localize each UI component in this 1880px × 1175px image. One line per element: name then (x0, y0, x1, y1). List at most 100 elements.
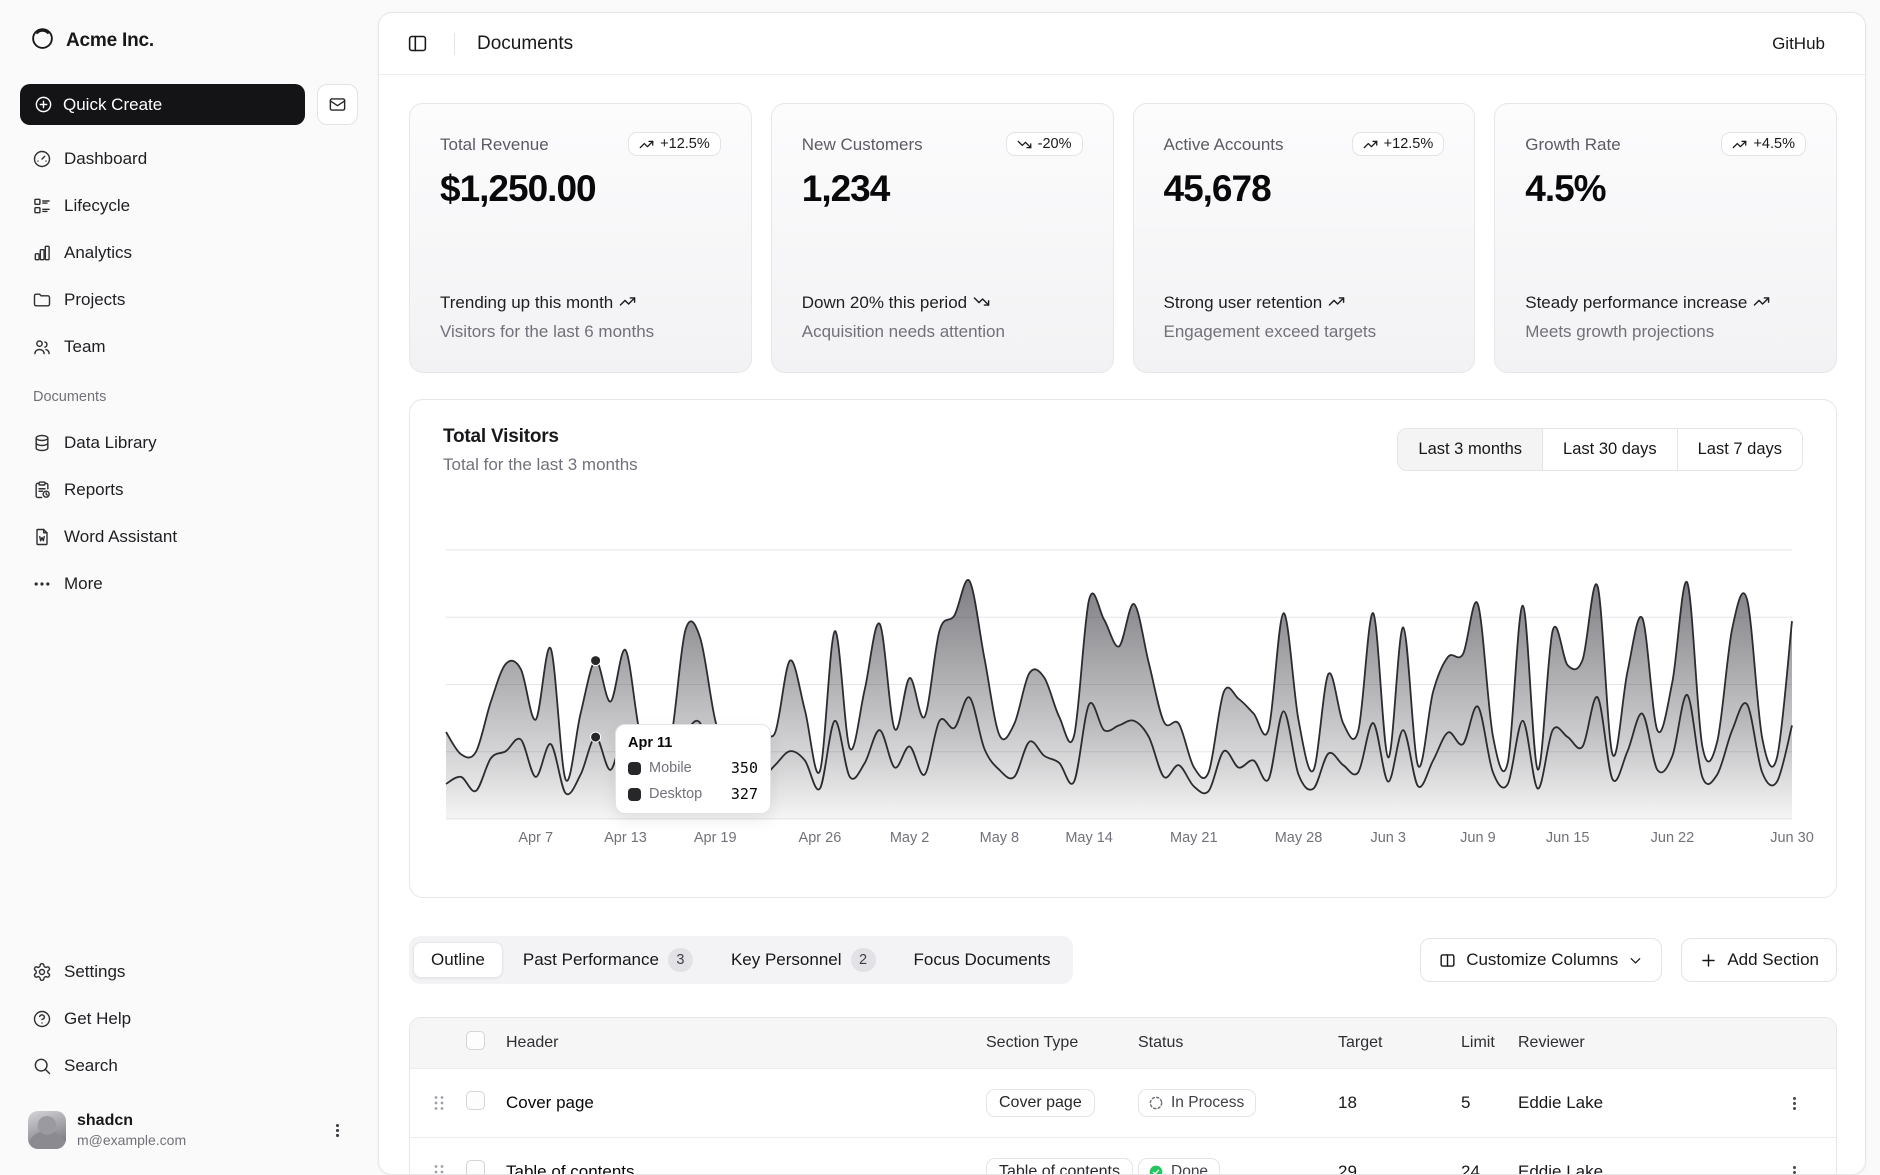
stat-footer-title: Trending up this month (440, 292, 721, 314)
add-section-button[interactable]: Add Section (1681, 938, 1837, 982)
quick-create-button[interactable]: Quick Create (20, 84, 305, 125)
trending-up-icon (1363, 137, 1378, 152)
range-last-30-days[interactable]: Last 30 days (1542, 429, 1677, 470)
brand-name: Acme Inc. (66, 30, 154, 52)
reviewer-cell[interactable]: Eddie Lake (1518, 1162, 1768, 1175)
limit-cell[interactable]: 5 (1461, 1093, 1518, 1113)
sidebar-item-label: Get Help (64, 1009, 131, 1029)
plus-circle-icon (34, 95, 53, 114)
page-title: Documents (477, 33, 573, 55)
drag-handle-icon[interactable] (430, 1161, 466, 1175)
svg-text:May 21: May 21 (1170, 830, 1218, 846)
select-all-checkbox[interactable] (466, 1031, 485, 1050)
sidebar-item-data-library[interactable]: Data Library (20, 423, 358, 463)
svg-text:Jun 22: Jun 22 (1651, 830, 1695, 846)
main-panel: Documents GitHub Total Revenue +12.5% $1… (378, 12, 1866, 1175)
tooltip-date: Apr 11 (628, 735, 758, 751)
tab-outline[interactable]: Outline (413, 942, 503, 978)
status-badge: Done (1138, 1158, 1220, 1175)
trend-badge: +12.5% (1352, 132, 1445, 156)
sidebar-item-get-help[interactable]: Get Help (20, 999, 358, 1039)
sidebar-item-reports[interactable]: Reports (20, 470, 358, 510)
sidebar-item-label: Word Assistant (64, 527, 177, 547)
svg-text:Apr 26: Apr 26 (799, 830, 842, 846)
trend-badge: +4.5% (1721, 132, 1806, 156)
trending-up-icon (639, 137, 654, 152)
sidebar-item-word-assistant[interactable]: Word Assistant (20, 517, 358, 557)
sidebar-item-lifecycle[interactable]: Lifecycle (20, 186, 358, 226)
target-cell[interactable]: 29 (1338, 1162, 1461, 1175)
stat-footer-title: Strong user retention (1164, 292, 1445, 314)
desktop-swatch (628, 788, 641, 801)
loader-icon (1148, 1095, 1164, 1111)
sidebar-item-dashboard[interactable]: Dashboard (20, 139, 358, 179)
folder-icon (32, 290, 52, 310)
sidebar-item-analytics[interactable]: Analytics (20, 233, 358, 273)
github-link[interactable]: GitHub (1772, 34, 1825, 54)
sidebar-item-team[interactable]: Team (20, 327, 358, 367)
user-menu[interactable]: shadcn m@example.com (20, 1103, 358, 1157)
sidebar-nav-documents: Data Library Reports Word Assistant More (20, 423, 358, 604)
visitors-chart-card: Total Visitors Total for the last 3 mont… (409, 399, 1837, 898)
row-header-cell[interactable]: Cover page (506, 1093, 986, 1113)
svg-text:May 8: May 8 (980, 830, 1020, 846)
trend-badge: -20% (1006, 132, 1083, 156)
user-kebab-button[interactable] (324, 1117, 350, 1143)
sidebar-item-more[interactable]: More (20, 564, 358, 604)
sidebar-item-search[interactable]: Search (20, 1046, 358, 1086)
tab-focus-documents[interactable]: Focus Documents (896, 942, 1069, 978)
ellipsis-vertical-icon (1786, 1095, 1803, 1112)
file-word-icon (32, 527, 52, 547)
row-checkbox[interactable] (466, 1160, 485, 1175)
svg-text:May 2: May 2 (890, 830, 930, 846)
sidebar-item-label: Analytics (64, 243, 132, 263)
range-last-3-months[interactable]: Last 3 months (1398, 429, 1542, 470)
tab-past-performance[interactable]: Past Performance 3 (505, 940, 711, 980)
app-logo-icon (30, 26, 55, 56)
tab-count-badge: 3 (668, 948, 693, 972)
table-row: Cover page Cover page In Process 18 5 Ed… (410, 1068, 1836, 1137)
chart-tooltip: Apr 11 Mobile 350 Desktop 327 (615, 724, 771, 814)
stat-label: Active Accounts (1164, 132, 1284, 155)
svg-text:May 14: May 14 (1065, 830, 1113, 846)
sidebar-item-projects[interactable]: Projects (20, 280, 358, 320)
trending-down-icon (973, 293, 990, 310)
users-icon (32, 337, 52, 357)
sidebar-toggle-button[interactable] (403, 29, 432, 58)
topbar-divider (454, 33, 455, 55)
drag-handle-icon[interactable] (430, 1092, 466, 1114)
sidebar-item-label: Dashboard (64, 149, 147, 169)
row-kebab-button[interactable] (1781, 1159, 1807, 1175)
sidebar-item-label: Team (64, 337, 106, 357)
search-icon (32, 1056, 52, 1076)
trending-up-icon (1328, 293, 1345, 310)
ellipsis-vertical-icon (1786, 1164, 1803, 1175)
svg-text:Apr 19: Apr 19 (694, 830, 737, 846)
reviewer-cell[interactable]: Eddie Lake (1518, 1093, 1768, 1113)
sidebar-item-label: Reports (64, 480, 124, 500)
sidebar-footer: Settings Get Help Search shadcn m@exampl… (20, 952, 358, 1157)
sidebar-item-settings[interactable]: Settings (20, 952, 358, 992)
tab-key-personnel[interactable]: Key Personnel 2 (713, 940, 894, 980)
table-row: Table of contents Table of contents Done… (410, 1137, 1836, 1175)
customize-columns-button[interactable]: Customize Columns (1420, 938, 1662, 982)
row-kebab-button[interactable] (1781, 1090, 1807, 1116)
range-last-7-days[interactable]: Last 7 days (1677, 429, 1802, 470)
svg-text:Jun 9: Jun 9 (1460, 830, 1495, 846)
visitors-area-chart[interactable]: Apr 7Apr 13Apr 19Apr 26May 2May 8May 14M… (446, 545, 1790, 847)
limit-cell[interactable]: 24 (1461, 1162, 1518, 1175)
stat-label: New Customers (802, 132, 923, 155)
ellipsis-vertical-icon (329, 1122, 346, 1139)
tooltip-row-mobile: Mobile 350 (628, 759, 758, 777)
column-target: Target (1338, 1034, 1461, 1052)
check-circle-icon (1148, 1164, 1164, 1175)
target-cell[interactable]: 18 (1338, 1093, 1461, 1113)
stat-label: Total Revenue (440, 132, 549, 155)
row-checkbox[interactable] (466, 1091, 485, 1110)
row-header-cell[interactable]: Table of contents (506, 1162, 986, 1175)
table-header-row: Header Section Type Status Target Limit … (410, 1018, 1836, 1068)
inbox-button[interactable] (317, 84, 358, 125)
brand[interactable]: Acme Inc. (20, 16, 358, 66)
stat-card-new-customers: New Customers -20% 1,234 Down 20% this p… (771, 103, 1114, 373)
trending-up-icon (619, 293, 636, 310)
